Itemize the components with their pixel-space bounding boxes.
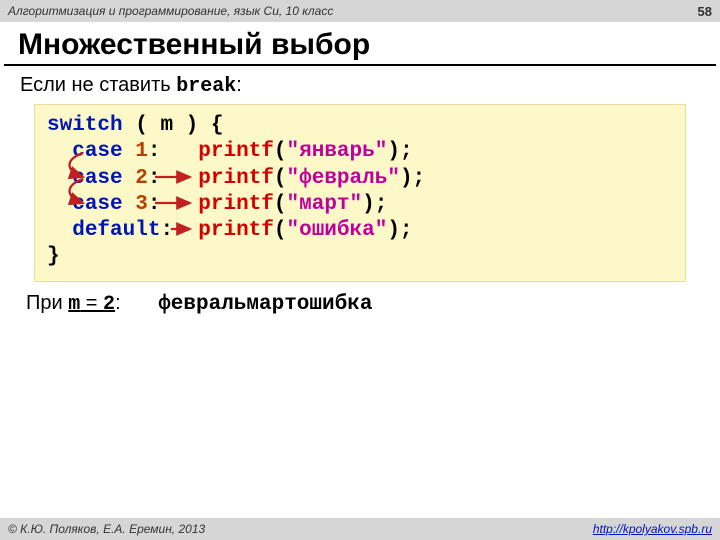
footer-link[interactable]: http://kpolyakov.spb.ru [593, 522, 712, 536]
closep-1: ); [387, 140, 412, 163]
colon-4: : [160, 219, 173, 242]
when-eq: = [80, 292, 103, 314]
subhead-prefix: Если не ставить [20, 74, 176, 96]
subheading: Если не ставить break: [20, 74, 700, 98]
kw-case-3: case [72, 193, 122, 216]
closep-2: ); [400, 167, 425, 190]
subhead-suffix: : [236, 74, 242, 96]
num-3: 3 [135, 193, 148, 216]
colon-3: : [148, 193, 161, 216]
closep-4: ); [387, 219, 412, 242]
colon-1: : [148, 140, 161, 163]
break-keyword: break [176, 75, 236, 98]
closep-3: ); [362, 193, 387, 216]
kw-switch: switch [47, 114, 123, 137]
str-4: "ошибка" [287, 219, 388, 242]
code-block: switch ( m ) { case 1: printf("январь");… [34, 104, 686, 282]
lbrace: { [198, 114, 223, 137]
slide-title: Множественный выбор [4, 22, 716, 66]
colon-2: : [148, 167, 161, 190]
printf-3: printf [198, 193, 274, 216]
when-prefix: При [26, 292, 68, 314]
num-2: 2 [135, 167, 148, 190]
printf-2: printf [198, 167, 274, 190]
copyright: © К.Ю. Поляков, Е.А. Еремин, 2013 [8, 522, 205, 536]
rbrace: } [47, 245, 60, 268]
kw-case-2: case [72, 167, 122, 190]
when-suffix: : [115, 292, 121, 314]
footer-bar: © К.Ю. Поляков, Е.А. Еремин, 2013 http:/… [0, 518, 720, 540]
when-val: 2 [103, 293, 115, 316]
example-line: При m = 2: февральмартошибка [26, 292, 694, 316]
kw-case-1: case [72, 140, 122, 163]
lparen: ( [135, 114, 160, 137]
output-text: февральмартошибка [158, 293, 372, 316]
printf-1: printf [198, 140, 274, 163]
when-var: m [68, 293, 80, 316]
str-3: "март" [287, 193, 363, 216]
code-var: m [160, 114, 173, 137]
page-number: 58 [698, 4, 712, 19]
course-label: Алгоритмизация и программирование, язык … [8, 4, 333, 18]
str-2: "февраль" [287, 167, 400, 190]
rparen: ) [173, 114, 198, 137]
header-bar: Алгоритмизация и программирование, язык … [0, 0, 720, 22]
kw-default: default [72, 219, 160, 242]
str-1: "январь" [287, 140, 388, 163]
num-1: 1 [135, 140, 148, 163]
content-area: Если не ставить break: switch ( m ) { ca… [0, 74, 720, 316]
printf-4: printf [198, 219, 274, 242]
